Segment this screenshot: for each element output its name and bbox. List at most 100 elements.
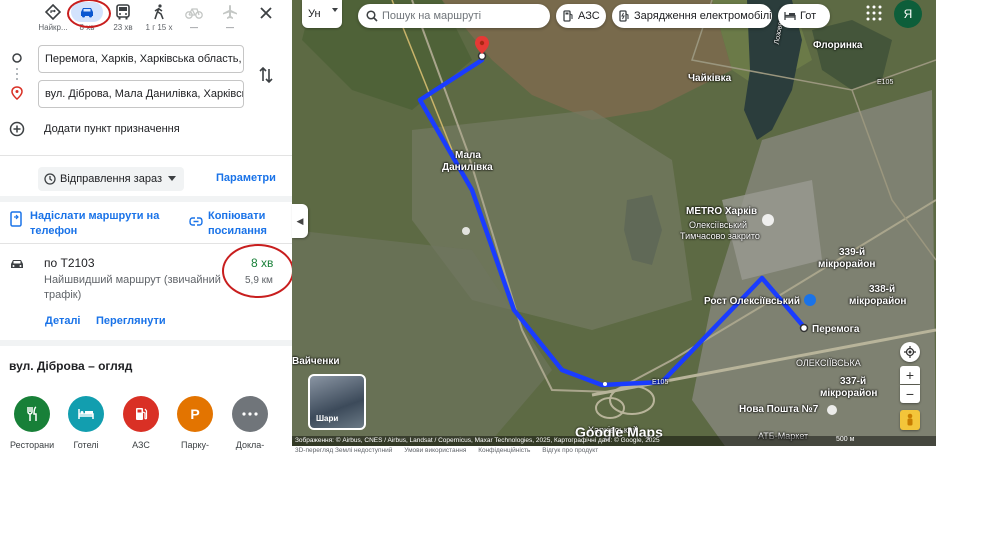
map-label: Рост Олексіївський bbox=[704, 296, 800, 307]
footer-3d-note: 3D-перегляд Землі недоступний bbox=[295, 447, 393, 454]
chip-label: Гот bbox=[800, 10, 817, 22]
category-more[interactable]: Докла- bbox=[228, 396, 272, 450]
parameters-button[interactable]: Параметри bbox=[216, 172, 276, 184]
caret-down-icon bbox=[332, 8, 338, 12]
mode-transit-label: 23 хв bbox=[113, 23, 133, 32]
map-label: Вайченки bbox=[292, 356, 340, 367]
feedback-link[interactable]: Відгук про продукт bbox=[542, 447, 598, 454]
directions-panel: Найкр... 8 хв 23 хв 1 г 15 х — — bbox=[0, 0, 292, 456]
map-label: 337-й bbox=[840, 376, 867, 387]
street-view-pegman[interactable] bbox=[900, 410, 920, 430]
mode-flight-label: — bbox=[226, 23, 234, 32]
plane-icon bbox=[223, 5, 237, 19]
chip-ev-charging[interactable]: Зарядження електромобілів bbox=[612, 4, 772, 28]
chip-gas-stations[interactable]: АЗС bbox=[556, 4, 606, 28]
zoom-in-button[interactable]: + bbox=[900, 366, 920, 384]
chip-label: Зарядження електромобілів bbox=[634, 10, 772, 22]
map-scale[interactable]: 500 м bbox=[836, 436, 854, 443]
terms-link[interactable]: Умови використання bbox=[404, 447, 466, 454]
maps-app: Найкр... 8 хв 23 хв 1 г 15 х — — bbox=[0, 0, 936, 456]
map-label: Флоринка bbox=[813, 40, 863, 51]
bus-icon bbox=[116, 4, 130, 20]
map-label: мікрорайон bbox=[820, 388, 878, 399]
close-icon bbox=[260, 7, 272, 19]
route-name: по Т2103 bbox=[44, 256, 95, 270]
zoom-out-button[interactable]: − bbox=[900, 385, 920, 403]
clock-icon bbox=[44, 173, 56, 185]
bed-icon bbox=[78, 409, 94, 419]
destination-input[interactable]: вул. Діброва, Мала Данилівка, Харківська… bbox=[38, 80, 244, 108]
highlight-circle bbox=[222, 244, 292, 298]
category-label: Ресторани bbox=[10, 440, 55, 450]
route-search-input[interactable]: Пошук на маршруті bbox=[358, 4, 550, 28]
category-parking[interactable]: P Парку- bbox=[173, 396, 217, 450]
search-placeholder: Пошук на маршруті bbox=[382, 10, 482, 22]
map-label: 338-й bbox=[869, 284, 896, 295]
mode-best[interactable]: Найкр... bbox=[37, 2, 69, 32]
gas-pump-icon bbox=[136, 408, 148, 420]
my-location-button[interactable] bbox=[900, 342, 920, 362]
map-label: 339-й bbox=[839, 247, 866, 258]
layers-button[interactable]: Шари bbox=[308, 374, 366, 430]
account-avatar[interactable]: Я bbox=[894, 0, 922, 28]
minus-icon: − bbox=[905, 386, 915, 402]
category-label: Готелі bbox=[73, 440, 99, 450]
map-label: Нова Пошта №7 bbox=[739, 404, 819, 415]
copy-link-button[interactable]: Копіювати посилання bbox=[208, 209, 288, 239]
category-hotels[interactable]: Готелі bbox=[64, 396, 108, 450]
privacy-link[interactable]: Конфіденційність bbox=[478, 447, 530, 454]
category-label: АЗС bbox=[132, 440, 150, 450]
map-label: ОЛЕКСІЇВСЬКА bbox=[796, 358, 861, 368]
apps-grid-icon[interactable] bbox=[866, 5, 882, 21]
input-language-button[interactable]: Ун bbox=[302, 0, 342, 28]
route-description: Найшвидший маршрут (звичайний трафік) bbox=[44, 274, 221, 301]
add-destination-link[interactable]: Додати пункт призначення bbox=[44, 123, 180, 135]
map-label: Перемога bbox=[812, 324, 860, 335]
origin-input[interactable]: Перемога, Харків, Харківська область, Ук… bbox=[38, 45, 244, 73]
road-label: E105 bbox=[652, 379, 669, 386]
layers-label: Шари bbox=[316, 414, 339, 423]
divider bbox=[0, 155, 292, 156]
map-label: METRO Харків bbox=[686, 206, 758, 217]
category-gas[interactable]: АЗС bbox=[119, 396, 163, 450]
category-restaurants[interactable]: Ресторани bbox=[10, 396, 54, 450]
departure-dropdown[interactable]: Відправлення зараз bbox=[38, 167, 184, 191]
satellite-map[interactable]: Флоринка Чайківка Мала Данилівка METRO Х… bbox=[292, 0, 936, 456]
mode-walk[interactable]: 1 г 15 х bbox=[143, 2, 175, 32]
pegman-icon bbox=[907, 413, 913, 426]
phone-send-icon bbox=[10, 211, 22, 227]
chip-hotels[interactable]: Гот bbox=[778, 4, 830, 28]
walk-icon bbox=[154, 4, 164, 20]
departure-label: Відправлення зараз bbox=[60, 173, 162, 185]
mode-walk-label: 1 г 15 х bbox=[145, 23, 173, 32]
car-route-icon bbox=[11, 260, 23, 268]
mode-transit[interactable]: 23 хв bbox=[107, 2, 139, 32]
mode-bike[interactable]: — bbox=[178, 2, 210, 32]
add-circle-icon[interactable] bbox=[9, 121, 25, 137]
mode-car[interactable]: 8 хв bbox=[67, 0, 111, 32]
language-label: Ун bbox=[308, 8, 321, 20]
collapse-panel-button[interactable]: ◀ bbox=[292, 204, 308, 238]
details-link[interactable]: Деталі bbox=[45, 315, 81, 327]
mode-flight[interactable]: — bbox=[214, 2, 246, 32]
preview-link[interactable]: Переглянути bbox=[96, 315, 166, 327]
map-label: мікрорайон bbox=[818, 259, 876, 270]
map-label: Чайківка bbox=[688, 73, 732, 84]
destination-pin-icon bbox=[11, 86, 23, 100]
fork-knife-icon bbox=[27, 406, 37, 421]
car-icon bbox=[81, 8, 93, 18]
mode-best-label: Найкр... bbox=[38, 23, 68, 32]
map-label: Мала bbox=[455, 150, 481, 161]
send-to-phone-link[interactable]: Надіслати маршрути на телефон bbox=[30, 209, 170, 239]
overview-title: вул. Діброва – огляд bbox=[9, 359, 133, 373]
gas-pump-icon bbox=[563, 10, 573, 22]
map-label: мікрорайон bbox=[849, 296, 907, 307]
chip-label: АЗС bbox=[578, 10, 600, 22]
route-diamond-icon bbox=[45, 4, 61, 20]
map-label: Данилівка bbox=[442, 162, 493, 173]
section-divider bbox=[0, 340, 292, 346]
close-directions-button[interactable] bbox=[256, 3, 276, 23]
chevron-left-icon: ◀ bbox=[296, 215, 304, 226]
plus-icon: + bbox=[905, 367, 915, 383]
swap-icon[interactable] bbox=[258, 66, 274, 84]
